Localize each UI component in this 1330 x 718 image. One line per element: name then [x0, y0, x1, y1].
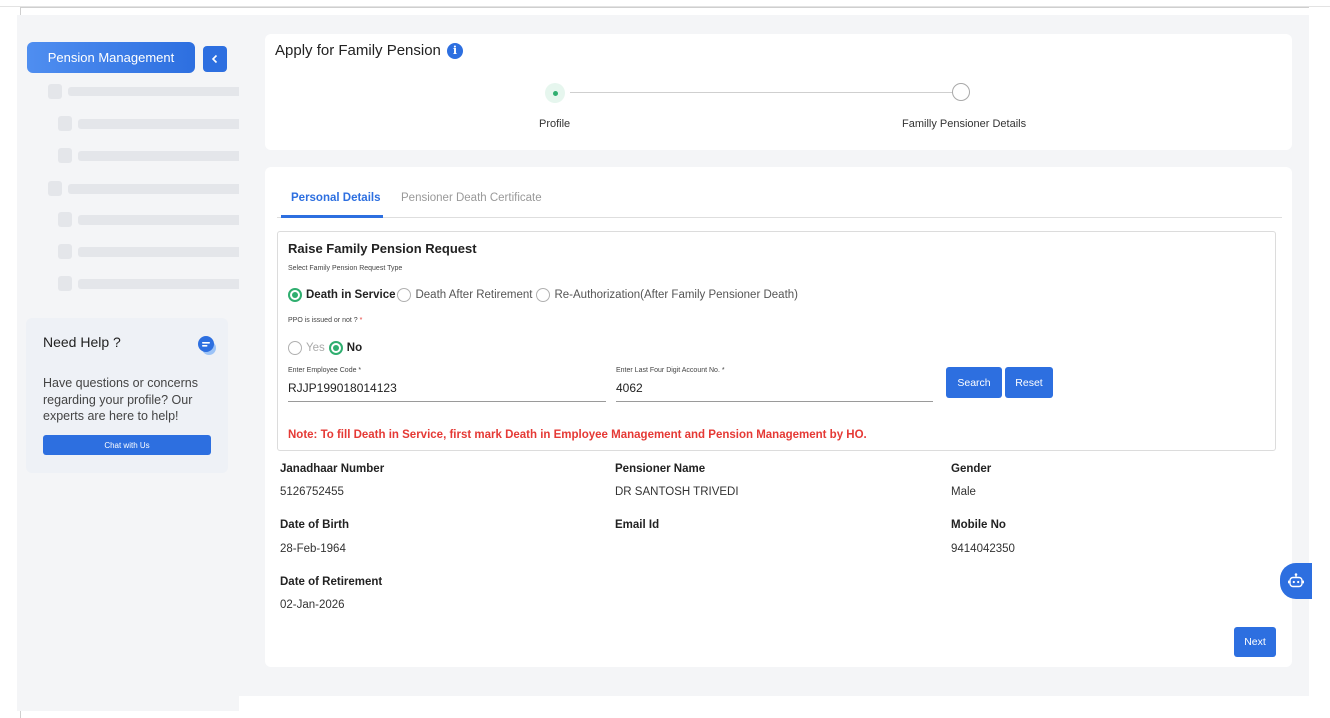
retirement-value: 02-Jan-2026 — [280, 599, 345, 611]
sidebar-collapse-button[interactable] — [203, 46, 227, 72]
step-family-pensioner-indicator[interactable] — [952, 83, 970, 101]
janadhaar-value: 5126752455 — [280, 486, 344, 498]
step-profile-indicator[interactable] — [545, 83, 565, 103]
gender-label: Gender — [951, 463, 992, 475]
radio-ppo-no-label: No — [346, 342, 363, 354]
menu-placeholder-icon — [58, 148, 72, 163]
form-card: Personal Details Pensioner Death Certifi… — [265, 167, 1292, 667]
employee-code-input[interactable] — [288, 381, 606, 395]
chat-bubble-icon — [198, 336, 216, 355]
menu-placeholder-icon — [48, 181, 62, 196]
employee-code-label: Enter Employee Code * — [288, 367, 362, 374]
account-no-label: Enter Last Four Digit Account No. * — [616, 367, 725, 374]
active-tab-indicator — [281, 215, 383, 218]
tab-pensioner-death-certificate[interactable]: Pensioner Death Certificate — [401, 192, 542, 204]
gender-value: Male — [951, 486, 976, 498]
step-family-pensioner-label: Familly Pensioner Details — [902, 118, 1027, 130]
menu-placeholder — [78, 279, 248, 289]
stepper-card: Apply for Family Pension i Profile Famil… — [265, 34, 1292, 150]
radio-death-in-service-label: Death in Service — [306, 289, 396, 301]
need-help-card: Need Help ? Have questions or concerns r… — [26, 318, 228, 473]
ppo-label-text: PPO is issued or not ? — [288, 317, 358, 324]
retirement-label: Date of Retirement — [280, 576, 383, 588]
request-section-title: Raise Family Pension Request — [288, 241, 477, 256]
menu-placeholder — [78, 119, 248, 129]
sidebar: Pension Management Need Help ? Have ques… — [17, 15, 248, 711]
menu-placeholder-icon — [58, 276, 72, 291]
radio-death-after-retirement-label: Death After Retirement — [415, 289, 533, 301]
need-help-title: Need Help ? — [43, 334, 121, 350]
account-no-input[interactable] — [616, 381, 933, 395]
tab-personal-details[interactable]: Personal Details — [291, 192, 380, 204]
ppo-label: PPO is issued or not ? * — [288, 317, 362, 324]
step-profile-label: Profile — [539, 118, 571, 130]
pensioner-name-value: DR SANTOSH TRIVEDI — [615, 486, 739, 498]
account-no-field: Enter Last Four Digit Account No. * — [616, 367, 933, 402]
menu-placeholder — [78, 247, 248, 257]
robot-icon — [1288, 573, 1304, 588]
dob-label: Date of Birth — [280, 519, 349, 531]
chatbot-button[interactable] — [1280, 563, 1312, 599]
radio-re-authorization[interactable] — [536, 288, 551, 302]
mobile-label: Mobile No — [951, 519, 1006, 531]
page-title: Apply for Family Pension i — [275, 42, 463, 59]
radio-ppo-no[interactable] — [328, 341, 343, 355]
chat-with-us-button[interactable]: Chat with Us — [43, 435, 211, 455]
reset-button[interactable]: Reset — [1005, 367, 1053, 398]
radio-ppo-yes[interactable] — [288, 341, 302, 355]
employee-code-field: Enter Employee Code * — [288, 367, 606, 402]
chevron-left-icon — [211, 54, 218, 64]
menu-placeholder-icon — [58, 212, 72, 227]
request-type-label: Select Family Pension Request Type — [288, 265, 403, 272]
tab-bar: Personal Details Pensioner Death Certifi… — [277, 189, 1282, 218]
pensioner-name-label: Pensioner Name — [615, 463, 706, 475]
radio-re-authorization-label: Re-Authorization(After Family Pensioner … — [554, 289, 798, 301]
menu-placeholder-icon — [58, 244, 72, 259]
email-label: Email Id — [615, 519, 660, 531]
mobile-value: 9414042350 — [951, 543, 1015, 555]
pension-management-nav-button[interactable]: Pension Management — [27, 42, 195, 73]
janadhaar-label: Janadhaar Number — [280, 463, 385, 475]
radio-ppo-yes-label: Yes — [306, 342, 325, 354]
page-title-text: Apply for Family Pension — [275, 42, 441, 59]
required-star: * — [359, 317, 363, 324]
dob-value: 28-Feb-1964 — [280, 543, 346, 555]
menu-placeholder-icon — [58, 116, 72, 131]
top-border — [0, 0, 1330, 7]
menu-placeholder — [78, 151, 248, 161]
radio-death-in-service[interactable] — [288, 288, 302, 302]
info-icon[interactable]: i — [446, 42, 463, 59]
menu-placeholder — [68, 87, 248, 96]
next-button[interactable]: Next — [1234, 627, 1276, 657]
request-section: Raise Family Pension Request Select Fami… — [277, 231, 1276, 451]
radio-death-after-retirement[interactable] — [397, 288, 412, 302]
search-button[interactable]: Search — [946, 367, 1002, 398]
nav-button-label: Pension Management — [47, 50, 175, 65]
menu-placeholder — [78, 215, 248, 225]
death-in-service-note: Note: To fill Death in Service, first ma… — [288, 429, 867, 441]
menu-placeholder — [68, 184, 248, 194]
menu-placeholder-icon — [48, 84, 62, 99]
need-help-text: Have questions or concerns regarding you… — [43, 376, 198, 423]
stepper-connector — [570, 92, 955, 93]
ppo-radio-group: Yes No — [288, 341, 364, 355]
request-type-radio-group: Death in Service Death After Retirement … — [288, 288, 802, 302]
